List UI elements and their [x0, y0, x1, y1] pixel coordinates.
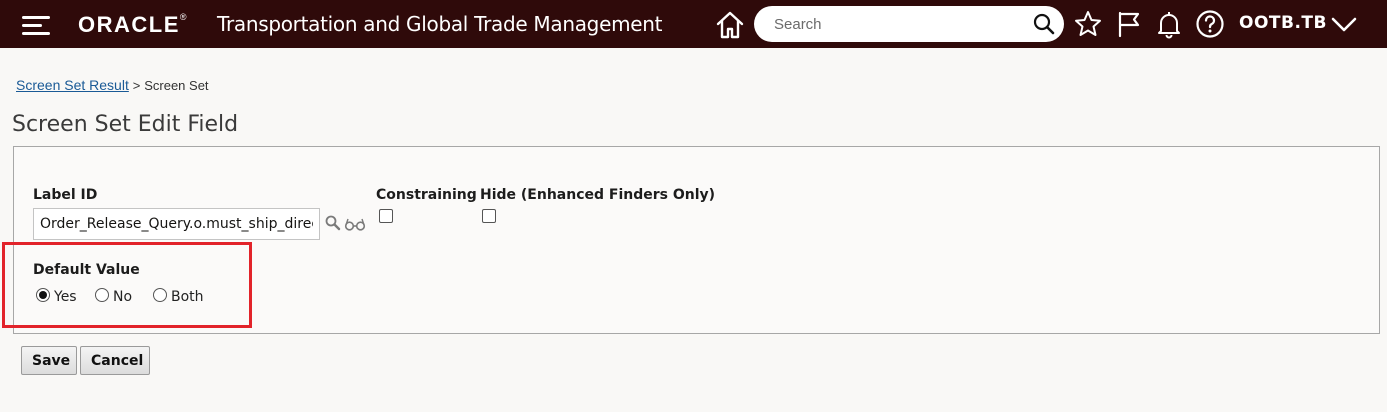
oracle-logo: ORACLE® [78, 12, 189, 37]
menu-icon[interactable] [22, 14, 52, 36]
search-icon[interactable] [325, 215, 341, 231]
star-icon[interactable] [1073, 9, 1103, 39]
breadcrumb-current: Screen Set [144, 78, 209, 93]
search-box [754, 6, 1064, 42]
chevron-down-icon[interactable] [1330, 12, 1358, 38]
highlight-box [2, 242, 252, 328]
constraining-checkbox[interactable] [379, 209, 393, 223]
bell-icon[interactable] [1154, 9, 1184, 39]
search-input[interactable] [774, 13, 1024, 35]
hide-checkbox[interactable] [482, 209, 496, 223]
breadcrumb: Screen Set Result > Screen Set [16, 77, 209, 93]
flag-icon[interactable] [1114, 9, 1144, 39]
breadcrumb-link-screen-set-result[interactable]: Screen Set Result [16, 77, 129, 93]
breadcrumb-separator: > [132, 78, 141, 93]
cancel-button[interactable]: Cancel [80, 346, 150, 375]
glasses-icon[interactable] [344, 216, 366, 232]
search-icon[interactable] [1032, 12, 1056, 36]
home-icon[interactable] [714, 9, 746, 41]
constraining-label: Constraining [376, 187, 477, 203]
label-id-label: Label ID [33, 187, 98, 203]
label-id-input[interactable] [33, 208, 320, 240]
user-menu[interactable]: OOTB.TB [1239, 13, 1327, 33]
top-bar: ORACLE® Transportation and Global Trade … [0, 0, 1387, 48]
save-button[interactable]: Save [21, 346, 77, 375]
page-title: Screen Set Edit Field [12, 112, 239, 137]
app-title: Transportation and Global Trade Manageme… [217, 12, 663, 36]
hide-label: Hide (Enhanced Finders Only) [480, 187, 716, 203]
help-icon[interactable] [1195, 9, 1225, 39]
